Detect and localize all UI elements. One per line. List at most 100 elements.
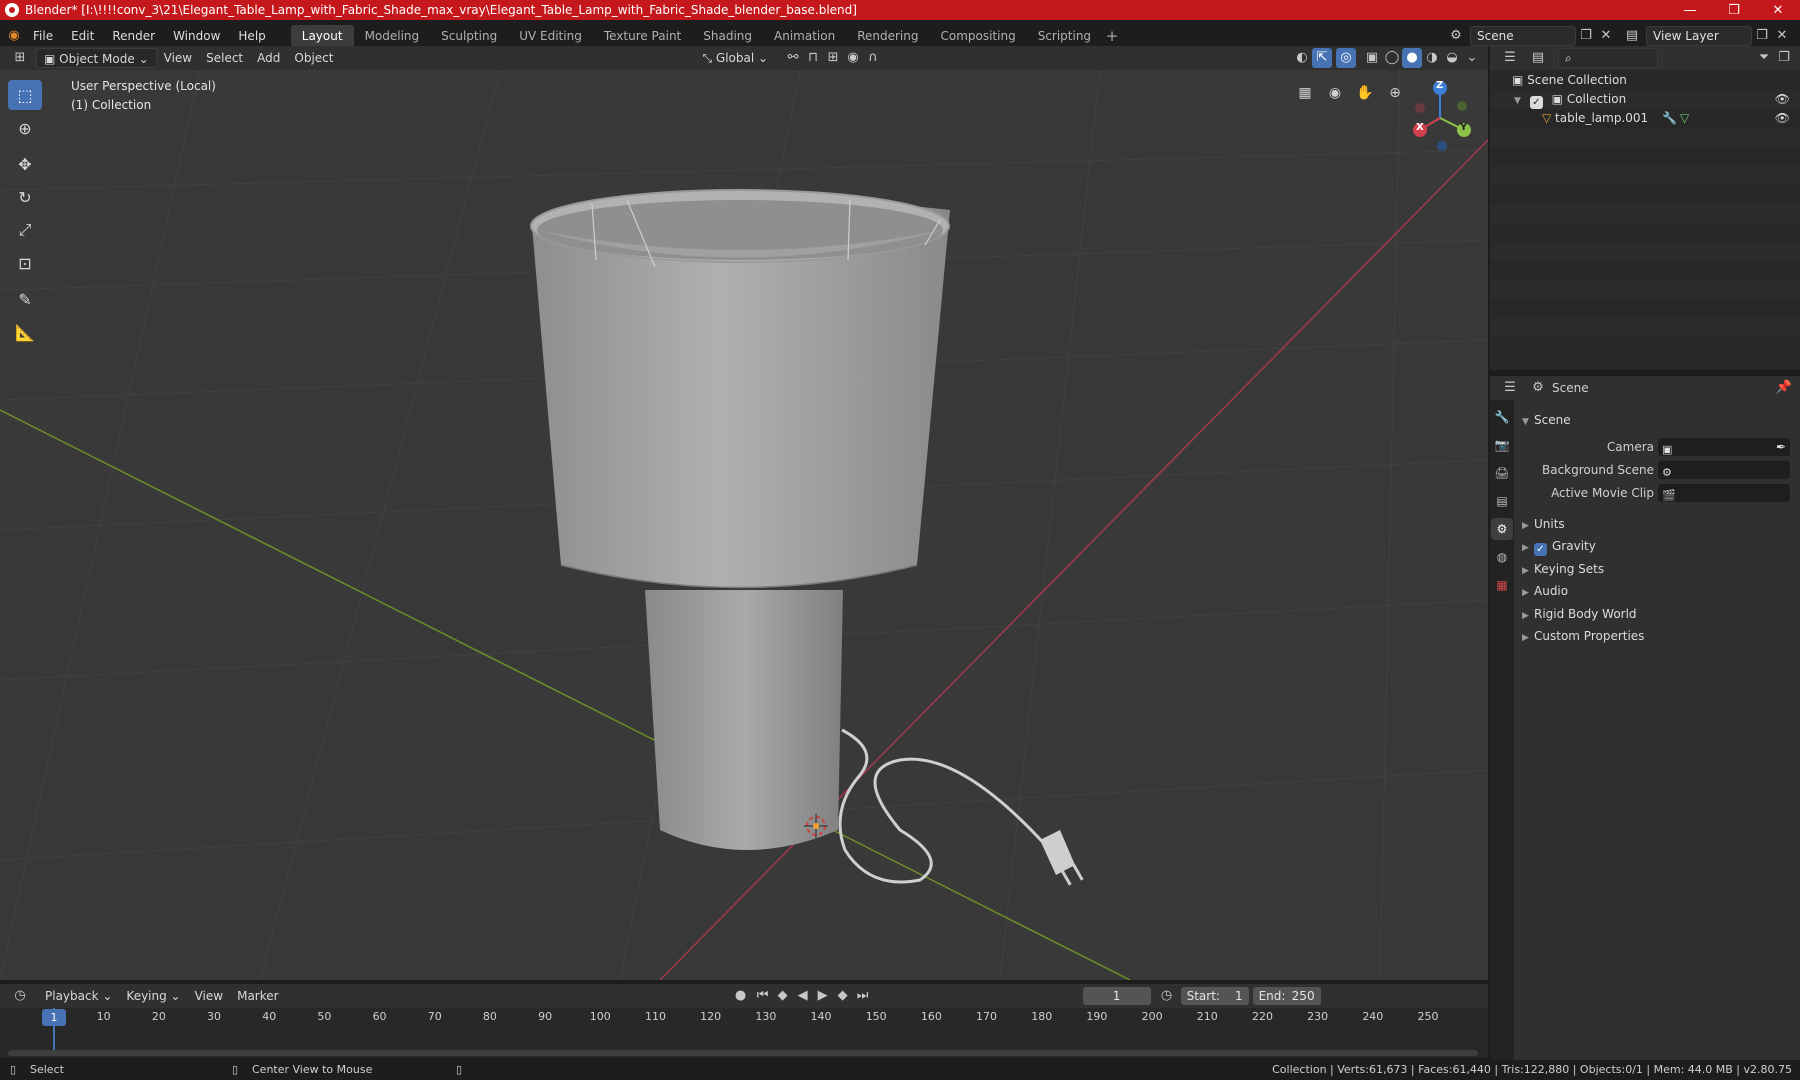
- delete-view-layer-icon[interactable]: ✕: [1772, 26, 1792, 46]
- shading-options-icon[interactable]: ⌄: [1462, 48, 1482, 68]
- xray-icon[interactable]: ▣: [1362, 48, 1382, 68]
- jump-start-icon[interactable]: ⏮: [753, 986, 773, 1006]
- annotate-tool-icon[interactable]: ✎: [8, 284, 42, 314]
- grid-view-icon[interactable]: ▦: [1292, 80, 1318, 106]
- panel-custom-properties[interactable]: ▶ Custom Properties: [1522, 625, 1644, 647]
- close-button[interactable]: ✕: [1756, 0, 1800, 20]
- eye-icon[interactable]: 👁: [1775, 109, 1790, 128]
- new-scene-icon[interactable]: ❐: [1576, 26, 1596, 46]
- timeline[interactable]: 1102030405060708090100110120130140150160…: [0, 1008, 1488, 1058]
- wireframe-shading-icon[interactable]: ◯: [1382, 48, 1402, 68]
- view-layer-icon[interactable]: ▤: [1622, 26, 1642, 46]
- menu-window[interactable]: Window: [164, 25, 229, 47]
- select-box-tool-icon[interactable]: ⬚: [8, 80, 42, 110]
- view-layer-tab-icon[interactable]: ▤: [1491, 490, 1513, 512]
- visibility-icon[interactable]: ◐: [1292, 48, 1312, 68]
- display-mode-icon[interactable]: ▤: [1528, 48, 1548, 68]
- outliner-row-scene-collection[interactable]: ▣ Scene Collection: [1490, 71, 1800, 90]
- jump-end-icon[interactable]: ⏭: [853, 986, 873, 1006]
- outliner-editor-icon[interactable]: ☰: [1500, 48, 1520, 68]
- panel-gravity[interactable]: ▶ ✓ Gravity: [1522, 535, 1596, 557]
- menu-add[interactable]: Add: [250, 48, 287, 68]
- view-layer-selector[interactable]: View Layer: [1646, 26, 1752, 46]
- snap-icon[interactable]: ⊓: [803, 48, 823, 68]
- menu-playback[interactable]: Playback ⌄: [38, 986, 119, 1006]
- add-workspace-icon[interactable]: +: [1102, 26, 1122, 46]
- movie-clip-field[interactable]: 🎬: [1658, 484, 1790, 502]
- end-frame-field[interactable]: End: 250: [1252, 987, 1321, 1005]
- properties-editor-icon[interactable]: ☰: [1500, 378, 1520, 398]
- tab-layout[interactable]: Layout: [290, 25, 354, 47]
- eye-icon[interactable]: 👁: [1775, 90, 1790, 109]
- panel-keying-sets[interactable]: ▶ Keying Sets: [1522, 558, 1604, 580]
- measure-tool-icon[interactable]: 📐: [8, 317, 42, 347]
- material-shading-icon[interactable]: ◑: [1422, 48, 1442, 68]
- falloff-icon[interactable]: ∩: [863, 48, 883, 68]
- timeline-scrollbar[interactable]: [8, 1050, 1478, 1056]
- pivot-icon[interactable]: ⚯: [783, 48, 803, 68]
- tab-compositing[interactable]: Compositing: [929, 25, 1026, 47]
- menu-keying[interactable]: Keying ⌄: [119, 986, 187, 1006]
- pin-icon[interactable]: 📌: [1774, 378, 1794, 398]
- solid-shading-icon[interactable]: ●: [1402, 48, 1422, 68]
- camera-view-icon[interactable]: ◉: [1322, 80, 1348, 106]
- panel-rigid-body-world[interactable]: ▶ Rigid Body World: [1522, 603, 1637, 625]
- 3d-viewport[interactable]: User Perspective (Local) (1) Collection …: [0, 70, 1488, 980]
- tab-scripting[interactable]: Scripting: [1027, 25, 1102, 47]
- new-collection-icon[interactable]: ❐: [1774, 48, 1794, 68]
- play-reverse-icon[interactable]: ◀: [793, 986, 813, 1006]
- outliner-row-collection[interactable]: ▼ ✓ ▣ Collection 👁: [1490, 90, 1800, 109]
- menu-timeline-view[interactable]: View: [188, 986, 230, 1006]
- gravity-checkbox[interactable]: ✓: [1534, 543, 1547, 556]
- menu-select[interactable]: Select: [199, 48, 250, 68]
- editor-type-icon[interactable]: ⊞: [10, 48, 30, 68]
- menu-file[interactable]: File: [24, 25, 62, 47]
- outliner-row-object[interactable]: ▽ table_lamp.001 🔧 ▽ 👁: [1490, 109, 1800, 128]
- tab-sculpting[interactable]: Sculpting: [430, 25, 508, 47]
- zoom-icon[interactable]: ⊕: [1382, 80, 1408, 106]
- tab-texture-paint[interactable]: Texture Paint: [593, 25, 692, 47]
- navigation-gizmo[interactable]: Z Y X: [1408, 78, 1480, 154]
- tab-uv-editing[interactable]: UV Editing: [508, 25, 593, 47]
- blender-menu-icon[interactable]: ◉: [4, 26, 24, 46]
- menu-object[interactable]: Object: [287, 48, 340, 68]
- record-icon[interactable]: ●: [731, 986, 751, 1006]
- gizmo-toggle-icon[interactable]: ⇱: [1312, 48, 1332, 68]
- cursor-tool-icon[interactable]: ⊕: [8, 113, 42, 143]
- prev-keyframe-icon[interactable]: ◆: [773, 986, 793, 1006]
- rotate-tool-icon[interactable]: ↻: [8, 182, 42, 212]
- filter-icon[interactable]: ⏷: [1754, 48, 1774, 68]
- proportional-edit-icon[interactable]: ◉: [843, 48, 863, 68]
- camera-field[interactable]: ▣ ✒: [1658, 438, 1790, 456]
- collection-checkbox[interactable]: ✓: [1529, 96, 1543, 109]
- menu-view[interactable]: View: [157, 48, 199, 68]
- orientation-dropdown[interactable]: ⤡ Global ⌄: [695, 48, 775, 68]
- timeline-editor-icon[interactable]: ◷: [10, 986, 30, 1006]
- pan-hand-icon[interactable]: ✋: [1352, 80, 1378, 106]
- rendered-shading-icon[interactable]: ◒: [1442, 48, 1462, 68]
- snap-target-icon[interactable]: ⊞: [823, 48, 843, 68]
- delete-scene-icon[interactable]: ✕: [1596, 26, 1616, 46]
- tab-shading[interactable]: Shading: [692, 25, 763, 47]
- move-tool-icon[interactable]: ✥: [8, 149, 42, 179]
- world-tab-icon[interactable]: ◍: [1491, 546, 1513, 568]
- tab-animation[interactable]: Animation: [763, 25, 846, 47]
- scene-icon[interactable]: ⚙: [1446, 26, 1466, 46]
- playhead-frame-badge[interactable]: 1: [42, 1009, 66, 1026]
- menu-edit[interactable]: Edit: [62, 25, 103, 47]
- background-scene-field[interactable]: ⚙: [1658, 461, 1790, 479]
- preview-range-icon[interactable]: ◷: [1157, 986, 1177, 1006]
- texture-tab-icon[interactable]: ▦: [1491, 574, 1513, 596]
- render-tab-icon[interactable]: 📷: [1491, 434, 1513, 456]
- start-frame-field[interactable]: Start: 1: [1180, 987, 1249, 1005]
- tool-tab-icon[interactable]: 🔧: [1491, 406, 1513, 428]
- next-keyframe-icon[interactable]: ◆: [833, 986, 853, 1006]
- menu-help[interactable]: Help: [229, 25, 274, 47]
- panel-audio[interactable]: ▶ Audio: [1522, 580, 1568, 602]
- overlay-toggle-icon[interactable]: ◎: [1336, 48, 1356, 68]
- new-view-layer-icon[interactable]: ❐: [1752, 26, 1772, 46]
- scene-section-header[interactable]: ▼ Scene: [1522, 409, 1571, 431]
- scale-tool-icon[interactable]: ⤢: [8, 215, 42, 245]
- output-tab-icon[interactable]: 🖨: [1491, 462, 1513, 484]
- mode-dropdown[interactable]: ▣ Object Mode ⌄: [36, 48, 157, 68]
